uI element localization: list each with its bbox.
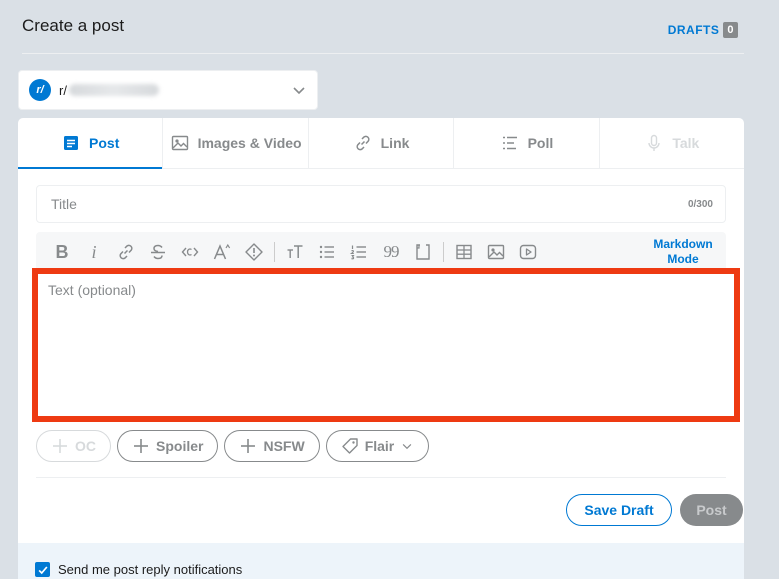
oc-tag-label: OC [75, 438, 96, 454]
italic-icon: i [91, 241, 97, 262]
toolbar-divider [274, 242, 275, 262]
tab-post[interactable]: Post [18, 118, 164, 169]
nsfw-tag-button[interactable]: NSFW [224, 430, 320, 462]
numbered-list-button[interactable] [343, 236, 375, 268]
plus-icon [134, 439, 148, 453]
heading-icon [287, 245, 303, 258]
bold-button[interactable]: B [46, 236, 78, 268]
superscript-icon [213, 243, 231, 260]
heading-button[interactable] [279, 236, 311, 268]
post-submit-button[interactable]: Post [680, 494, 743, 526]
code-block-icon [416, 244, 430, 260]
post-type-tabs: Post Images & Video Link Poll Talk [18, 118, 744, 169]
title-field: 0/300 [36, 185, 726, 223]
actions-divider [36, 477, 726, 478]
link-icon [356, 135, 370, 151]
tag-icon [341, 438, 358, 454]
post-icon [64, 136, 79, 150]
tab-label: Poll [527, 135, 554, 151]
link-button[interactable] [110, 236, 142, 268]
title-input[interactable] [37, 186, 688, 222]
image-icon [487, 244, 505, 260]
drafts-button[interactable]: DRAFTS 0 [668, 22, 738, 38]
video-icon [519, 244, 537, 260]
tab-images-video[interactable]: Images & Video [163, 118, 309, 168]
tab-link[interactable]: Link [309, 118, 455, 168]
chevron-down-icon [293, 87, 305, 95]
community-name-blurred [68, 84, 159, 96]
code-block-button[interactable] [407, 236, 439, 268]
inline-code-button[interactable] [174, 236, 206, 268]
title-char-count: 0/300 [687, 198, 713, 210]
reply-notifications-label: Send me post reply notifications [58, 562, 243, 577]
page-title: Create a post [22, 16, 125, 35]
save-draft-button[interactable]: Save Draft [566, 494, 672, 526]
markdown-mode-button[interactable]: Markdown Mode [644, 237, 726, 267]
tab-label: Talk [672, 135, 700, 151]
tab-talk[interactable]: Talk [600, 118, 744, 168]
plus-icon [241, 439, 256, 453]
link-icon [119, 244, 133, 260]
table-button[interactable] [448, 236, 480, 268]
checkmark-icon [38, 565, 48, 574]
drafts-label: DRAFTS [667, 23, 720, 37]
formatting-toolbar: B i 99 Markdown Mode [36, 232, 726, 272]
superscript-button[interactable] [206, 236, 238, 268]
page-header: Create a post DRAFTS 0 [22, 0, 744, 54]
spoiler-button[interactable] [238, 236, 270, 268]
body-text-input[interactable] [38, 274, 734, 416]
bold-icon: B [55, 241, 69, 262]
community-icon: r/ [29, 79, 51, 101]
insert-video-button[interactable] [512, 236, 544, 268]
nsfw-tag-label: NSFW [263, 438, 305, 454]
spoiler-tag-button[interactable]: Spoiler [117, 430, 219, 462]
reply-notifications-checkbox[interactable] [35, 562, 50, 577]
quote-block-button[interactable]: 99 [375, 236, 407, 268]
tab-label: Link [380, 135, 410, 151]
body-text-highlight [32, 268, 740, 422]
community-prefix: r/ [59, 82, 67, 98]
numbered-list-icon [349, 245, 366, 260]
post-tags-row: OC Spoiler NSFW Flair [36, 430, 430, 462]
strikethrough-icon [151, 244, 165, 260]
notification-option-bar: Send me post reply notifications [18, 543, 744, 579]
microphone-icon [648, 134, 661, 151]
community-selector[interactable]: r/ r/ [18, 70, 318, 110]
bulleted-list-icon [319, 245, 334, 259]
spoiler-tag-label: Spoiler [156, 438, 204, 454]
flair-label: Flair [364, 438, 395, 454]
insert-image-button[interactable] [480, 236, 512, 268]
toolbar-divider [443, 242, 444, 262]
code-icon [181, 247, 199, 257]
strikethrough-button[interactable] [142, 236, 174, 268]
tab-label: Images & Video [197, 135, 302, 151]
chevron-down-icon [402, 444, 412, 450]
bulleted-list-button[interactable] [311, 236, 343, 268]
spoiler-warning-icon [245, 243, 263, 261]
tab-poll[interactable]: Poll [454, 118, 600, 168]
poll-icon [502, 136, 517, 150]
flair-button[interactable]: Flair [325, 430, 430, 462]
oc-tag-button[interactable]: OC [36, 430, 111, 462]
image-icon [171, 135, 188, 151]
drafts-count-badge: 0 [723, 22, 738, 38]
tab-label: Post [89, 135, 120, 151]
italic-button[interactable]: i [78, 236, 110, 268]
plus-icon [53, 439, 67, 453]
post-composer: Post Images & Video Link Poll Talk Title… [18, 118, 744, 579]
table-icon [456, 244, 472, 260]
quote-icon: 99 [383, 242, 400, 261]
